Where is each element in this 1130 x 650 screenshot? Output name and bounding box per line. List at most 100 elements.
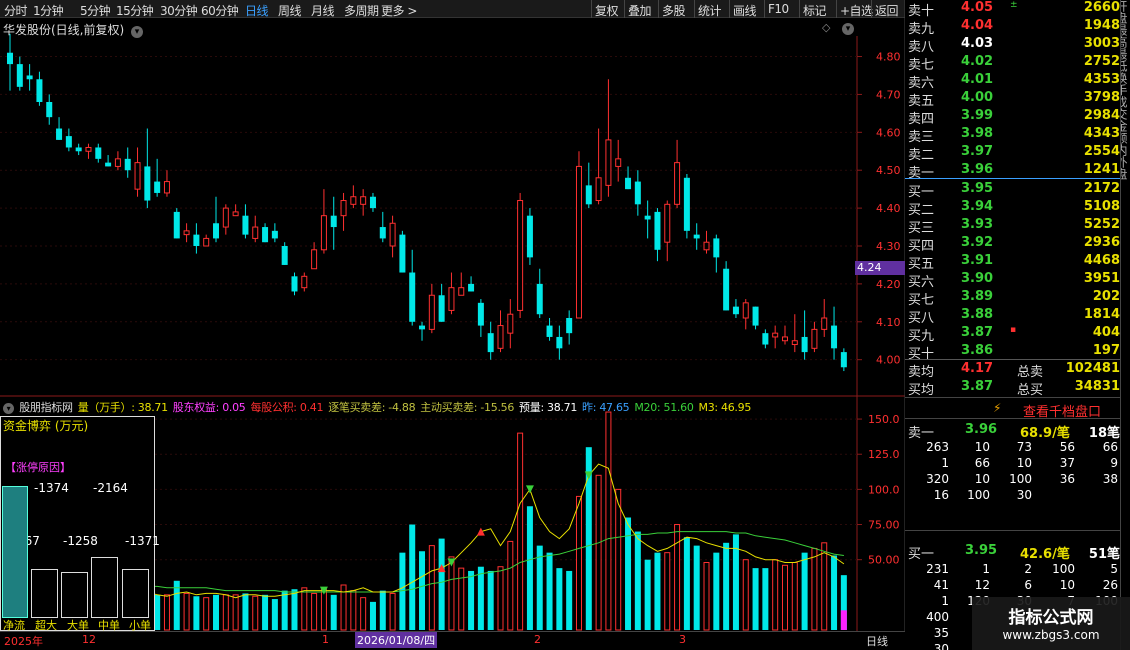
period-label[interactable]: 日线 [866,633,888,649]
volume-bar [634,531,641,630]
level-price: 4.04 [961,18,994,33]
net-flow-bar [2,486,28,618]
ask-level-row[interactable]: 卖九 4.04 1948 [905,18,1130,37]
volume-bar [448,556,455,631]
volume-bar [693,545,700,630]
volume-bar [271,599,278,630]
level-volume: 1948 [1083,18,1120,33]
candle-body [183,230,190,236]
bid-level-row[interactable]: 买五 3.91 4468 [905,253,1130,272]
volume-bar [252,595,259,631]
ask-level-row[interactable]: 卖十 4.05 ±2660 [905,0,1130,19]
candle-body [340,200,347,217]
bid-level-row[interactable]: 买二 3.94 5108 [905,199,1130,218]
chevron-down-icon[interactable]: ▾ [131,26,144,38]
volume-tick-label: 100.0 [868,483,900,496]
candle-body [723,268,730,311]
candle-body [556,336,563,349]
candle-body [742,302,749,319]
volume-tick-label: 150.0 [868,413,900,426]
candle-body [546,325,553,337]
level-volume: 1814 [1083,307,1120,322]
order-size-cell: 10 [974,440,990,454]
level-price: 4.01 [961,72,994,87]
ask-level-row[interactable]: 卖一 3.96 1241 [905,162,1130,181]
volume-bar [703,562,710,631]
ask-level-row[interactable]: 卖六 4.01 4353 [905,72,1130,91]
ask-level-row[interactable]: 卖八 4.03 3003 [905,36,1130,55]
bid-level-row[interactable]: 买六 3.90 3951 [905,271,1130,290]
ask-level-row[interactable]: 卖二 3.97 2554 [905,144,1130,163]
level-volume: 5108 [1083,199,1120,214]
volume-bar [683,537,690,630]
chevron-down-icon[interactable]: ▾ [841,23,854,35]
candle-body [732,306,739,315]
ask-level-row[interactable]: 卖三 3.98 4343 [905,126,1130,145]
volume-bar [517,432,524,631]
volume-bar [507,540,514,631]
level-price: 3.97 [961,144,994,159]
candle-body [674,162,681,205]
candle-body [163,181,170,194]
candle-body [781,336,788,342]
level-volume: 2752 [1083,54,1120,69]
level-label: 卖二 [908,148,935,163]
volume-bar [468,570,475,630]
level-label: 卖九 [908,22,935,37]
level-volume: 202 [1092,289,1120,304]
candle-body [762,333,769,345]
price-tick-label: 4.40 [876,202,901,215]
indicator-value: 股东权益: 0.05 [172,401,246,414]
level-price: 3.87 [961,325,994,340]
level-price: 3.94 [961,199,994,214]
candle-body [497,325,504,349]
volume-bar [811,547,818,631]
order-size-cell: 73 [1016,440,1032,454]
bid-level-row[interactable]: 买八 3.88 1814 [905,307,1130,326]
candle-body [438,295,445,322]
level-label: 卖五 [908,94,935,109]
order-size-cell: 9 [1110,456,1118,470]
level-price: 3.92 [961,235,994,250]
qianbang-button[interactable]: ⚡ 查看千档盘口 [905,397,1125,420]
order-size-cell: 263 [926,440,949,454]
ask-level-row[interactable]: 卖四 3.99 2984 [905,108,1130,127]
volume-bar [477,566,484,630]
level-label: 卖十 [908,4,935,19]
volume-bar [242,593,249,630]
candle-body [369,196,376,209]
volume-bar [605,411,612,631]
candle-body [595,177,602,202]
level-volume: 3798 [1083,90,1120,105]
candle-body [683,177,690,231]
order-size-cell: 400 [926,610,949,624]
level-volume: 2660 [1083,0,1120,15]
candle-body [713,238,720,258]
level-volume: 404 [1092,325,1120,340]
bid-level-row[interactable]: 买十 3.86 197 [905,343,1130,362]
order-size-cell: 36 [1059,472,1075,486]
bid-level-row[interactable]: 买九 3.87 ▪ 404 [905,325,1130,344]
avg-buy-row: 买均 3.87 总买 34831 [908,379,1120,398]
order-size-cell: 10 [1059,578,1075,592]
level-price: 4.05 [961,0,994,15]
candle-body [654,211,661,250]
level-label: 买七 [908,293,935,308]
diamond-icon[interactable]: ◇ [822,21,830,34]
volume-bar [654,552,661,630]
volume-bar [232,594,239,631]
ask-level-row[interactable]: 卖七 4.02 2752 [905,54,1130,73]
level-label: 卖三 [908,130,935,145]
candle-body [232,211,239,217]
bid-level-row[interactable]: 买七 3.89 202 [905,289,1130,308]
order-size-cell: 100 [967,488,990,502]
ask-level-row[interactable]: 卖五 4.00 3798 [905,90,1130,109]
bid-level-row[interactable]: 买一 3.95 2172 [905,181,1130,200]
chevron-down-icon[interactable]: ▾ [3,403,14,414]
bid-level-row[interactable]: 买三 3.93 5252 [905,217,1130,236]
signal-arrow [476,527,485,536]
avg-sell-row: 卖均 4.17 总卖 102481 [908,361,1120,380]
bid-level-row[interactable]: 买四 3.92 2936 [905,235,1130,254]
candle-body [95,147,102,159]
candle-body [16,64,23,87]
